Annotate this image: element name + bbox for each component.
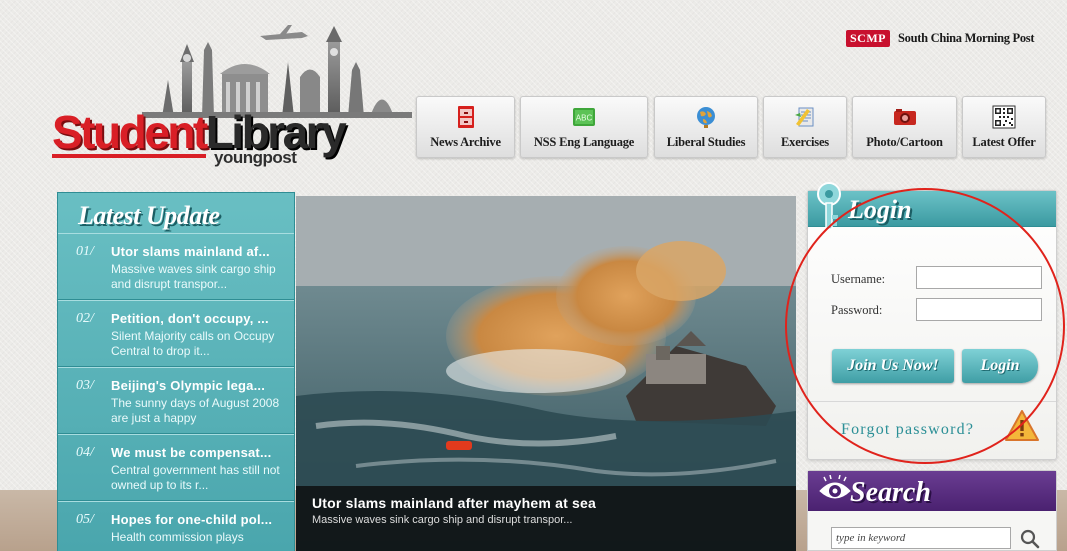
nav-exercises[interactable]: Exercises <box>763 96 847 158</box>
news-number: 04/ <box>76 445 94 460</box>
news-headline[interactable]: Petition, don't occupy, ... <box>111 311 291 326</box>
featured-title[interactable]: Utor slams mainland after mayhem at sea <box>312 495 796 511</box>
notebook-icon <box>795 107 814 127</box>
news-headline[interactable]: We must be compensat... <box>111 445 291 460</box>
news-summary: The sunny days of August 2008 are just a… <box>111 396 280 425</box>
nav-news-archive[interactable]: News Archive <box>416 96 515 158</box>
svg-text:ABC: ABC <box>576 114 593 123</box>
password-field[interactable] <box>916 298 1042 321</box>
latest-update-panel: Latest Update 01/ Utor slams mainland af… <box>57 192 295 551</box>
news-number: 01/ <box>76 244 94 259</box>
username-field[interactable] <box>916 266 1042 289</box>
latest-update-title: Latest Update <box>78 201 220 230</box>
username-label: Username: <box>831 272 886 286</box>
search-title: Search <box>850 477 931 508</box>
scmp-badge: SCMP <box>846 29 890 47</box>
forgot-password-link[interactable]: Forgot password? <box>841 421 974 439</box>
logo-youngpost: youngpost <box>214 148 297 167</box>
key-icon <box>817 182 841 230</box>
nav-latest-offer[interactable]: Latest Offer <box>962 96 1046 158</box>
search-input[interactable] <box>831 527 1011 549</box>
join-us-button[interactable]: Join Us Now! <box>832 349 954 383</box>
login-panel: Login Username: Password: Join Us Now! L… <box>807 182 1057 460</box>
login-button[interactable]: Login <box>962 349 1038 383</box>
news-item[interactable]: 02/ Petition, don't occupy, ... Silent M… <box>58 300 294 367</box>
news-number: 05/ <box>76 512 94 527</box>
news-headline[interactable]: Utor slams mainland af... <box>111 244 291 259</box>
news-headline[interactable]: Hopes for one-child pol... <box>111 512 291 527</box>
featured-story[interactable]: Utor slams mainland after mayhem at sea … <box>296 196 796 551</box>
news-number: 02/ <box>76 311 94 326</box>
camera-icon <box>893 109 916 125</box>
qr-code-icon <box>992 105 1016 129</box>
featured-subtitle: Massive waves sink cargo ship and disrup… <box>312 514 573 526</box>
news-item[interactable]: 04/ We must be compensat... Central gove… <box>58 434 294 501</box>
nav-label: Latest Offer <box>972 135 1036 149</box>
logo-stripe <box>52 154 206 158</box>
news-item[interactable]: 03/ Beijing's Olympic lega... The sunny … <box>58 367 294 434</box>
login-header <box>808 191 1056 227</box>
news-item[interactable]: 05/ Hopes for one-child pol... Health co… <box>58 501 294 551</box>
divider <box>808 401 1056 402</box>
nav-label: Exercises <box>781 135 829 149</box>
nav-nss-eng-language[interactable]: ABC NSS Eng Language <box>520 96 648 158</box>
news-headline[interactable]: Beijing's Olympic lega... <box>111 378 291 393</box>
logo-wordmark: StudentLibrary <box>52 106 347 158</box>
news-item[interactable]: 01/ Utor slams mainland af... Massive wa… <box>58 233 294 300</box>
eye-icon <box>819 475 851 499</box>
cabinet-icon <box>457 106 474 128</box>
globe-icon <box>697 107 715 128</box>
featured-caption[interactable]: Utor slams mainland after mayhem at sea … <box>296 486 796 551</box>
scmp-brand[interactable]: SCMP South China Morning Post <box>846 29 1035 47</box>
site-logo[interactable]: StudentLibrary youngpost <box>52 22 412 180</box>
nav-liberal-studies[interactable]: Liberal Studies <box>654 96 758 158</box>
search-panel: Search <box>807 470 1057 551</box>
nav-photo-cartoon[interactable]: Photo/Cartoon <box>852 96 957 158</box>
abc-icon: ABC <box>573 108 595 126</box>
news-summary: Silent Majority calls on Occupy Central … <box>111 329 275 358</box>
logo-student: Student <box>52 106 208 158</box>
nav-label: News Archive <box>430 135 501 149</box>
news-summary: Massive waves sink cargo ship and disrup… <box>111 262 276 291</box>
news-summary: Health commission plays <box>111 530 244 544</box>
warning-icon <box>1005 410 1039 441</box>
password-label: Password: <box>831 303 883 317</box>
news-number: 03/ <box>76 378 94 393</box>
login-title: Login <box>848 195 912 224</box>
nav-label: Photo/Cartoon <box>866 135 943 149</box>
scmp-name: South China Morning Post <box>898 30 1035 45</box>
nav-label: NSS Eng Language <box>533 135 635 149</box>
news-summary: Central government has still not owned u… <box>111 463 280 492</box>
nav-label: Liberal Studies <box>666 135 746 149</box>
latest-update-list: 01/ Utor slams mainland af... Massive wa… <box>58 233 294 551</box>
search-icon[interactable] <box>1019 528 1041 550</box>
